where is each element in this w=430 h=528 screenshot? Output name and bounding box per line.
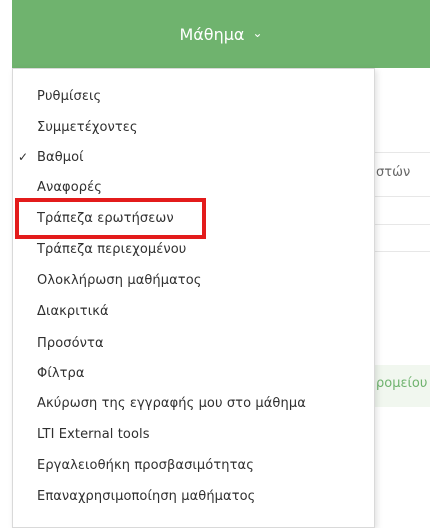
link-fragment[interactable]: ρομείου (376, 376, 427, 391)
menu-item-lti-external-tools[interactable]: LTI External tools (37, 427, 150, 442)
course-dropdown-menu: Ρυθμίσεις Συμμετέχοντες Βαθμοί Αναφορές … (12, 68, 375, 528)
check-icon: ✓ (18, 150, 29, 164)
menu-item-grades[interactable]: Βαθμοί (37, 150, 84, 165)
menu-item-filters[interactable]: Φίλτρα (37, 366, 85, 381)
table-divider (375, 152, 430, 153)
course-menu-label: Μάθημα (179, 24, 245, 44)
menu-item-badges[interactable]: Διακριτικά (37, 304, 109, 319)
menu-item-content-bank[interactable]: Τράπεζα περιεχομένου (37, 242, 186, 257)
menu-item-course-reuse[interactable]: Επαναχρησιμοποίηση μαθήματος (37, 489, 255, 504)
chevron-down-icon: ⌄ (252, 26, 263, 40)
column-header-fragment: στών (376, 165, 411, 180)
table-divider (375, 196, 430, 197)
menu-item-unenrol[interactable]: Ακύρωση της εγγραφής μου στο μάθημα (37, 396, 306, 411)
menu-item-participants[interactable]: Συμμετέχοντες (37, 120, 138, 135)
menu-item-accessibility-toolkit[interactable]: Εργαλειοθήκη προσβασιμότητας (37, 458, 254, 473)
menu-item-reports[interactable]: Αναφορές (37, 180, 102, 195)
highlight-box (15, 198, 206, 239)
menu-item-settings[interactable]: Ρυθμίσεις (37, 89, 101, 104)
table-divider (375, 224, 430, 225)
table-divider (375, 251, 430, 252)
menu-item-competencies[interactable]: Προσόντα (37, 336, 104, 351)
menu-item-course-completion[interactable]: Ολοκλήρωση μαθήματος (37, 273, 202, 288)
course-menu-button[interactable]: Μάθημα ⌄ (12, 0, 430, 68)
